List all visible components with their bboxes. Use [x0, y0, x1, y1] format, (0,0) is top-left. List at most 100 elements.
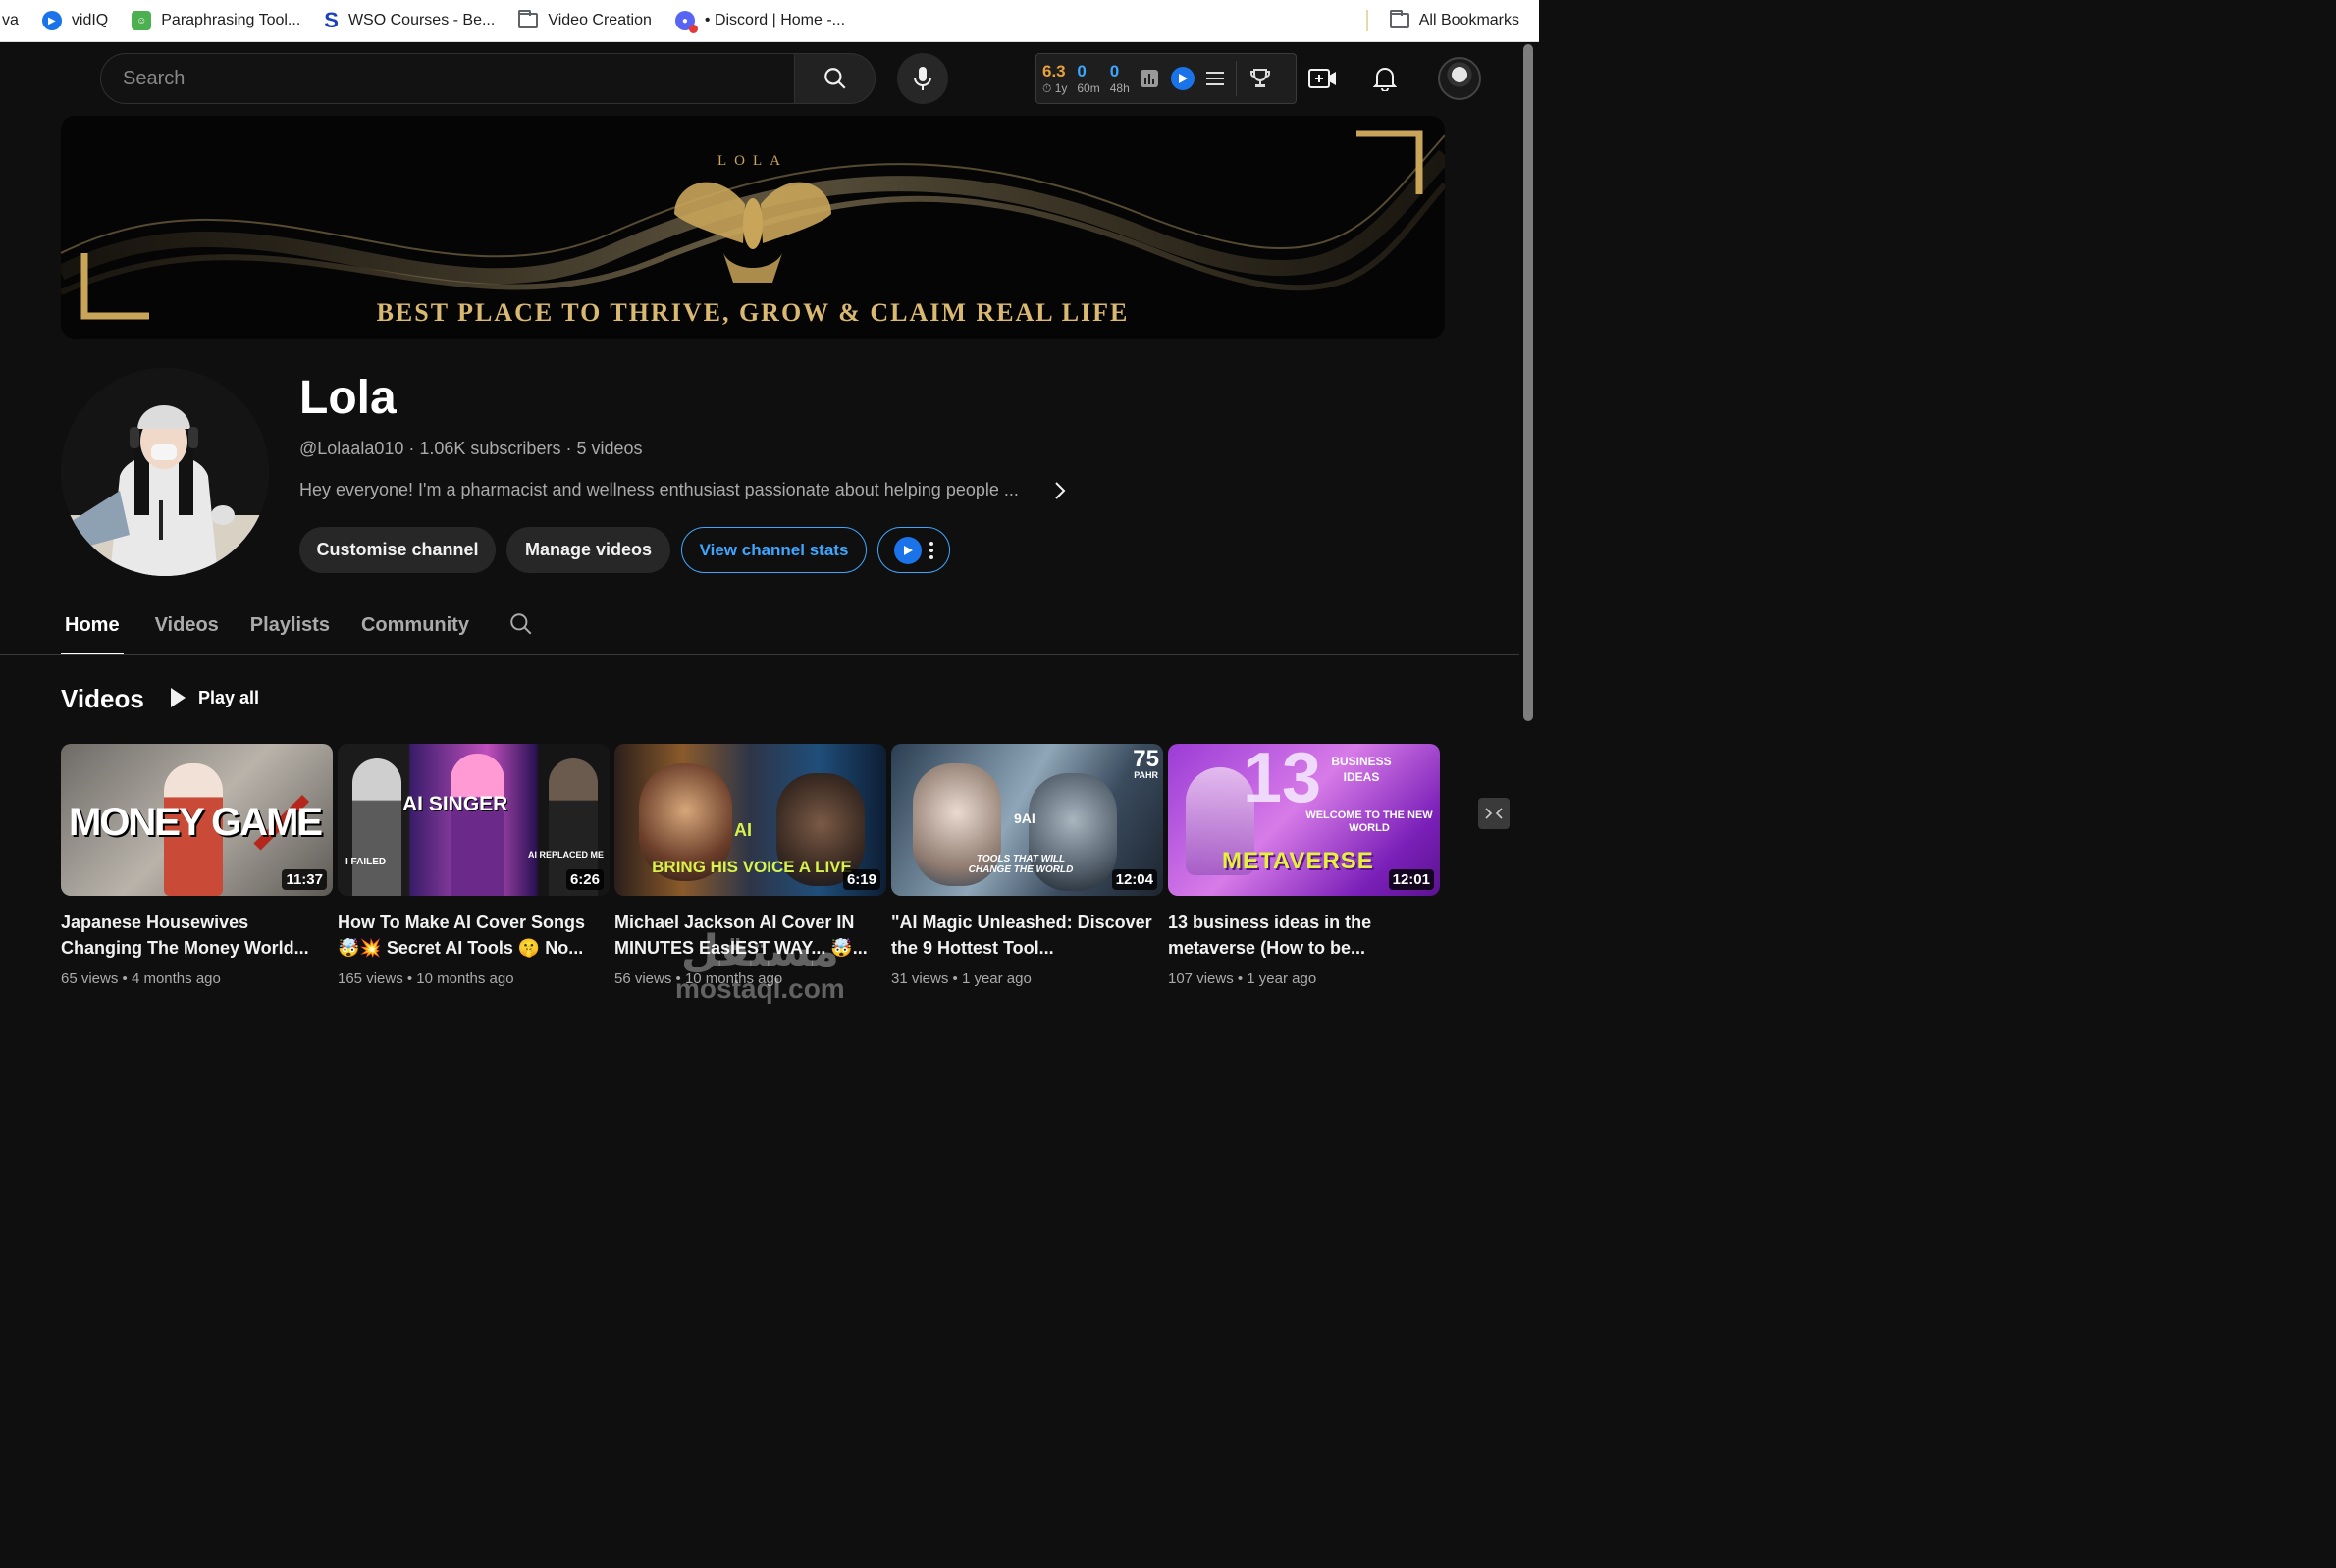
section-title: Videos	[61, 684, 144, 713]
thumb-text-welcome: WELCOME TO THE NEW WORLD	[1305, 810, 1433, 834]
thumb-text-9ai: 9AI	[1014, 810, 1035, 826]
microphone-icon	[914, 67, 931, 90]
search-icon	[510, 613, 532, 635]
video-title[interactable]: Japanese Housewives Changing The Money W…	[61, 910, 333, 961]
search-button[interactable]	[794, 53, 876, 104]
tabs-divider	[0, 654, 1519, 655]
manage-videos-button[interactable]: Manage videos	[506, 527, 670, 573]
tab-videos[interactable]: Videos	[155, 608, 219, 655]
thumb-text-ai: AI	[734, 820, 752, 840]
video-title[interactable]: How To Make AI Cover Songs 🤯💥 Secret AI …	[338, 910, 610, 961]
view-channel-stats-button[interactable]: View channel stats	[681, 527, 867, 573]
video-age: 1 year ago	[961, 970, 1032, 987]
thumb-badge-number: 75	[1133, 746, 1159, 772]
video-card[interactable]: 75 PAHR 9AI TOOLS THAT WILL CHANGE THE W…	[891, 744, 1163, 987]
video-age: 10 months ago	[416, 970, 514, 987]
video-card[interactable]: 13 BUSINESS IDEAS WELCOME TO THE NEW WOR…	[1168, 744, 1440, 987]
search-icon	[823, 68, 846, 89]
tab-home[interactable]: Home	[61, 608, 124, 655]
video-title[interactable]: 13 business ideas in the metaverse (How …	[1168, 910, 1440, 961]
more-vertical-icon	[929, 541, 933, 559]
menu-icon[interactable]	[1205, 71, 1224, 86]
bookmark-label: WSO Courses - Be...	[347, 12, 496, 28]
video-duration: 6:26	[565, 869, 604, 890]
thumb-text-right: AI REPLACED ME	[528, 850, 605, 860]
bookmark-video-creation[interactable]: Video Creation	[506, 10, 664, 29]
page-scrollbar[interactable]	[1523, 44, 1533, 721]
thumb-number: 13	[1243, 744, 1322, 817]
bookmark-partial[interactable]: va	[0, 12, 30, 29]
vidiq-stat-score[interactable]: 6.3 ⏱ 1y	[1042, 63, 1067, 94]
bookmark-vidiq[interactable]: ▶ vidIQ	[30, 11, 120, 30]
vidiq-stat-60m[interactable]: 0 60m	[1077, 63, 1099, 94]
bar-chart-icon[interactable]	[1140, 69, 1159, 88]
vidiq-divider	[1235, 61, 1237, 96]
video-thumbnail[interactable]: AI SINGER I FAILED AI REPLACED ME 6:26	[338, 744, 610, 896]
channel-description[interactable]: Hey everyone! I'm a pharmacist and welln…	[299, 480, 1045, 500]
side-collapse-button[interactable]	[1478, 798, 1510, 829]
video-thumbnail[interactable]: 75 PAHR 9AI TOOLS THAT WILL CHANGE THE W…	[891, 744, 1163, 896]
thumb-text-left: I FAILED	[345, 857, 387, 867]
channel-tabs: Home Videos Playlists Community	[61, 608, 501, 655]
channel-banner: LOLA BEST PLACE TO THRIVE, GROW & CLAIM …	[61, 116, 1445, 339]
notifications-button[interactable]	[1359, 53, 1410, 104]
thumb-text: TOOLS THAT WILL CHANGE THE WORLD	[968, 854, 1074, 875]
video-thumbnail[interactable]: 13 BUSINESS IDEAS WELCOME TO THE NEW WOR…	[1168, 744, 1440, 896]
description-more-button[interactable]	[1048, 477, 1072, 504]
channel-name: Lola	[299, 372, 397, 424]
thumb-badge-sub: PAHR	[1134, 770, 1159, 780]
wso-s-icon: S	[324, 8, 339, 32]
channel-handle: @Lolaala010	[299, 439, 404, 458]
video-card[interactable]: MONEY GAME 11:37 Japanese Housewives Cha…	[61, 744, 333, 987]
bookmark-paraphrasing[interactable]: ☺ Paraphrasing Tool...	[120, 11, 312, 30]
video-meta: 31 views • 1 year ago	[891, 970, 1032, 987]
video-card[interactable]: AI SINGER I FAILED AI REPLACED ME 6:26 H…	[338, 744, 610, 987]
bookmark-label: vidIQ	[71, 12, 109, 28]
video-duration: 6:19	[842, 869, 880, 890]
account-avatar[interactable]	[1438, 57, 1481, 100]
top-header: 6.3 ⏱ 1y 0 60m 0 48h	[0, 42, 1539, 115]
channel-avatar[interactable]	[61, 368, 269, 576]
stat-label: 48h	[1109, 81, 1130, 95]
vidiq-channel-menu-button[interactable]	[877, 527, 950, 573]
video-thumbnail[interactable]: AI BRING HIS VOICE A LIVE 6:19	[614, 744, 886, 896]
bookmark-label: Video Creation	[548, 12, 652, 28]
vidiq-toolbar: 6.3 ⏱ 1y 0 60m 0 48h	[1035, 53, 1297, 104]
view-count: 107 views	[1168, 970, 1234, 987]
bell-icon	[1373, 68, 1397, 91]
trophy-icon[interactable]	[1248, 67, 1272, 90]
bookmarks-bar: va ▶ vidIQ ☺ Paraphrasing Tool... S WSO …	[0, 0, 1539, 42]
tab-playlists[interactable]: Playlists	[250, 608, 330, 655]
video-thumbnail[interactable]: MONEY GAME 11:37	[61, 744, 333, 896]
bookmark-discord[interactable]: ● • Discord | Home -...	[664, 11, 857, 33]
customise-channel-button[interactable]: Customise channel	[299, 527, 496, 573]
bookmark-wso[interactable]: S WSO Courses - Be...	[312, 8, 506, 33]
video-duration: 12:04	[1111, 869, 1157, 890]
create-button[interactable]	[1298, 53, 1349, 104]
banner-logo-text: LOLA	[717, 153, 788, 169]
search-box	[100, 53, 795, 104]
discord-icon: ●	[674, 11, 698, 33]
channel-avatar-image	[61, 368, 269, 576]
bookmark-label: • Discord | Home -...	[704, 12, 846, 28]
play-all-button[interactable]: Play all	[169, 687, 259, 708]
stat-value: 0	[1109, 62, 1120, 80]
vidiq-icon: ▶	[41, 11, 62, 30]
bookmarks-separator	[1365, 10, 1368, 31]
vidiq-logo-icon[interactable]	[1170, 67, 1195, 90]
collapse-icon	[1485, 808, 1503, 819]
banner-tagline: BEST PLACE TO THRIVE, GROW & CLAIM REAL …	[376, 298, 1130, 327]
vidiq-stat-48h[interactable]: 0 48h	[1110, 63, 1130, 94]
thumb-text: BRING HIS VOICE A LIVE	[652, 858, 852, 876]
all-bookmarks[interactable]: All Bookmarks	[1378, 10, 1539, 29]
watermark-arabic: مستقل	[680, 926, 839, 976]
video-title[interactable]: "AI Magic Unleashed: Discover the 9 Hott…	[891, 910, 1163, 961]
watermark: مستقل mostaql.com	[675, 930, 845, 1003]
thumb-badge: 75 PAHR	[1133, 748, 1159, 780]
search-input[interactable]	[101, 54, 795, 103]
thumb-text: MONEY GAME	[69, 801, 323, 844]
voice-search-button[interactable]	[897, 53, 948, 104]
tab-community[interactable]: Community	[361, 608, 469, 655]
video-meta: 107 views • 1 year ago	[1168, 970, 1317, 987]
channel-search-button[interactable]	[508, 611, 534, 642]
